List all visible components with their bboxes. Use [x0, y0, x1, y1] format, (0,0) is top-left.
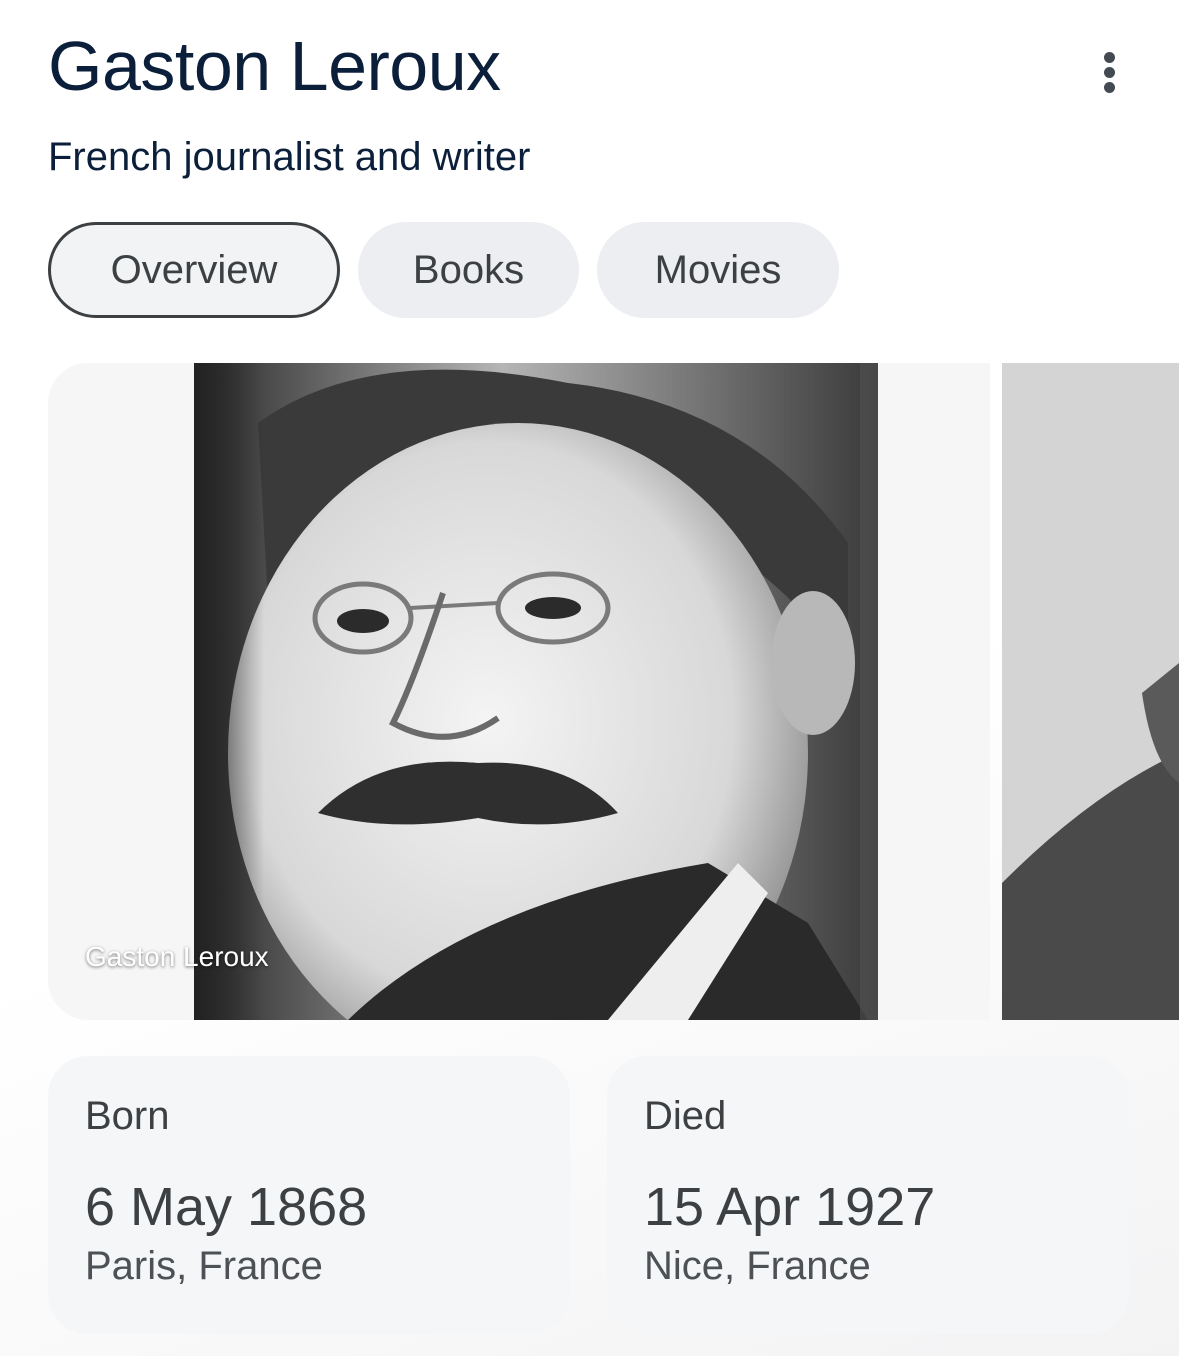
more-vert-icon [1104, 52, 1115, 63]
died-card: Died 15 Apr 1927 Nice, France [607, 1056, 1129, 1334]
knowledge-panel: Gaston Leroux French journalist and writ… [0, 0, 1179, 1356]
image-carousel[interactable]: Gaston Leroux [48, 363, 1179, 1020]
photo-caption: Gaston Leroux [85, 941, 269, 972]
tab-label: Books [412, 247, 525, 292]
died-place[interactable]: Nice, France [644, 1244, 871, 1289]
portrait-image [194, 363, 878, 1020]
portrait-photo-2[interactable] [1002, 363, 1179, 1020]
more-options-button[interactable] [1086, 46, 1134, 98]
born-date: 6 May 1868 [85, 1177, 368, 1237]
tab-label: Movies [654, 247, 782, 292]
more-vert-icon-dot [1104, 82, 1115, 93]
died-date: 15 Apr 1927 [644, 1177, 936, 1237]
born-card: Born 6 May 1868 Paris, France [48, 1056, 570, 1334]
entity-subtitle: French journalist and writer [48, 135, 531, 179]
portrait-image-2 [1002, 363, 1179, 1020]
tab-movies[interactable]: Movies [597, 222, 839, 318]
portrait-photo[interactable]: Gaston Leroux [48, 363, 990, 1020]
tab-label: Overview [110, 247, 278, 292]
born-place[interactable]: Paris, France [85, 1244, 323, 1289]
tab-books[interactable]: Books [358, 222, 579, 318]
born-label: Born [85, 1094, 170, 1138]
more-vert-icon-dot [1104, 67, 1115, 78]
entity-title: Gaston Leroux [48, 27, 501, 105]
tab-overview[interactable]: Overview [48, 222, 340, 318]
died-label: Died [644, 1094, 727, 1138]
